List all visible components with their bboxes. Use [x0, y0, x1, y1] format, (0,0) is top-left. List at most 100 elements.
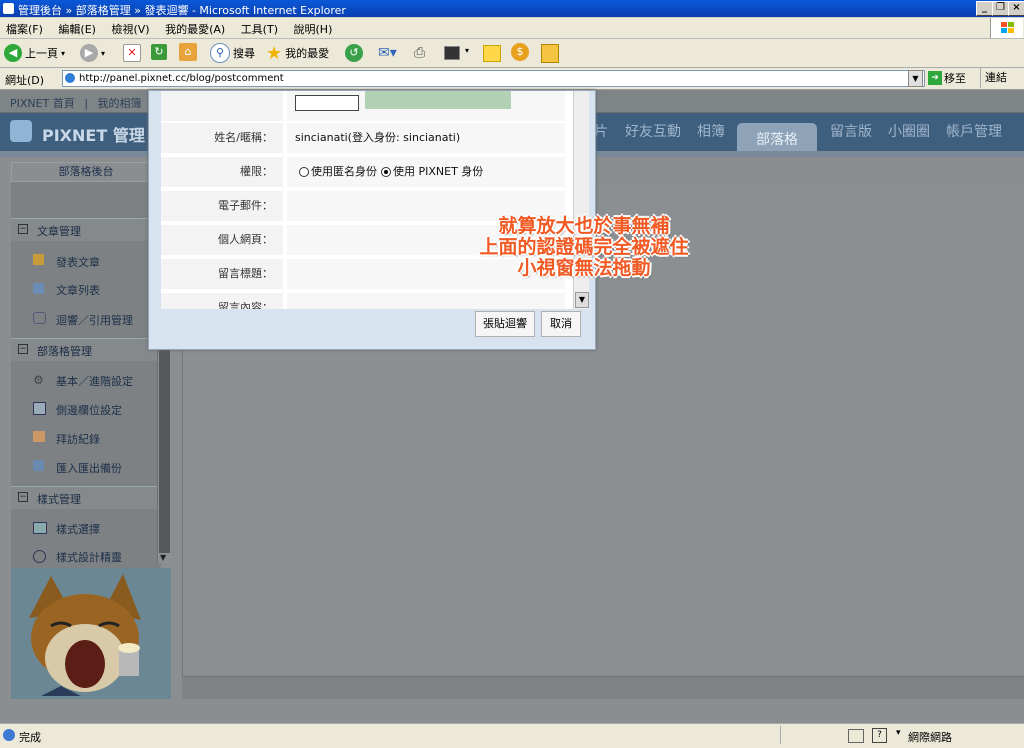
captcha-input[interactable]	[295, 95, 359, 111]
minimize-button[interactable]: _	[976, 1, 993, 16]
cancel-button[interactable]: 取消	[541, 311, 581, 337]
gear-icon: ⚙	[33, 373, 44, 387]
nav-tab-friends[interactable]: 好友互動	[625, 121, 681, 141]
restore-button[interactable]: ❐	[992, 1, 1009, 16]
help-icon[interactable]: ?	[872, 728, 887, 743]
favorites-button[interactable]: ★ 我的最愛	[266, 43, 330, 64]
status-bar: 完成 ? ▾ 網際網路	[0, 723, 1024, 748]
address-url: http://panel.pixnet.cc/blog/postcomment	[79, 73, 284, 84]
back-label: 上一頁	[25, 47, 58, 60]
menu-bar: 檔案(F) 編輯(E) 檢視(V) 我的最愛(A) 工具(T) 說明(H)	[0, 18, 1024, 39]
nav-tab-blog[interactable]: 部落格	[737, 123, 817, 151]
nav-tab-album-partial[interactable]: 片	[594, 121, 608, 141]
menu-edit[interactable]: 編輯(E)	[52, 18, 102, 37]
forward-button[interactable]: ▶ ▾	[80, 43, 105, 63]
stop-icon[interactable]: ✕	[123, 44, 141, 62]
page-icon	[65, 73, 75, 83]
address-bar: 網址(D) http://panel.pixnet.cc/blog/postco…	[0, 68, 1024, 90]
menu-help[interactable]: 說明(H)	[288, 18, 339, 37]
sidebar-title: 部落格後台	[11, 162, 161, 182]
nav-tab-guestbook[interactable]: 留言版	[830, 121, 872, 141]
sidebar-section-styles[interactable]: − 樣式管理	[11, 486, 161, 509]
search-button[interactable]: ⚲ 搜尋	[210, 43, 255, 63]
sidebar-item-style-select[interactable]: 樣式選擇	[56, 521, 100, 537]
chevron-down-icon[interactable]: ▾	[465, 46, 469, 55]
page-loaded-icon	[3, 729, 15, 741]
sidebar-section-articles[interactable]: − 文章管理	[11, 218, 161, 241]
forward-arrow-icon: ▶	[80, 44, 98, 62]
favorites-label: 我的最愛	[285, 47, 330, 60]
collapse-icon: −	[18, 344, 28, 354]
captcha-row	[161, 91, 565, 121]
link-my-album[interactable]: 我的相簿	[96, 90, 146, 111]
sidebar-item-settings[interactable]: 基本／進階設定	[56, 373, 133, 389]
refresh-icon[interactable]: ↻	[151, 44, 167, 60]
nav-tab-groups[interactable]: 小圈圈	[888, 121, 930, 141]
sidebar-layout-icon	[33, 402, 46, 415]
status-text: 完成	[19, 731, 41, 744]
note-icon[interactable]	[483, 45, 501, 62]
homepage-label: 個人網頁：	[161, 225, 283, 255]
nav-tab-photos[interactable]: 相簿	[697, 121, 725, 141]
coin-icon[interactable]: $	[511, 43, 529, 61]
address-dropdown-icon[interactable]: ▼	[908, 70, 923, 87]
nav-tab-account[interactable]: 帳戶管理	[946, 121, 1002, 141]
sidebar-section-blog[interactable]: − 部落格管理	[11, 338, 161, 361]
scroll-down-icon[interactable]: ▼	[575, 292, 589, 308]
collapse-icon: −	[18, 224, 28, 234]
history-icon[interactable]: ↺	[345, 44, 363, 62]
pencil-icon	[33, 254, 44, 265]
window-title-bar: 管理後台 » 部落格管理 » 發表迴響 - Microsoft Internet…	[0, 0, 1024, 17]
visitors-icon	[33, 431, 45, 442]
collapse-icon: −	[18, 492, 28, 502]
links-button[interactable]: 連結	[980, 68, 1007, 88]
menu-favorites[interactable]: 我的最愛(A)	[159, 18, 231, 37]
annotation-line-3: 小視窗無法拖動	[517, 257, 651, 279]
submit-comment-button[interactable]: 張貼迴響	[475, 311, 535, 337]
go-button[interactable]: ➜ 移至	[928, 70, 966, 86]
address-input[interactable]: http://panel.pixnet.cc/blog/postcomment	[62, 70, 925, 87]
scroll-down-icon[interactable]: ▼	[160, 553, 166, 562]
menu-view[interactable]: 檢視(V)	[105, 18, 155, 37]
comment-content-label: 留言內容：	[161, 293, 283, 309]
link-pixnet-home[interactable]: PIXNET 首頁	[0, 90, 79, 111]
window-title: 管理後台 » 部落格管理 » 發表迴響 - Microsoft Internet…	[18, 4, 346, 17]
mail-icon[interactable]: ✉▾	[378, 45, 397, 61]
sidebar-item-backup[interactable]: 匯入匯出備份	[56, 460, 122, 476]
radio-selected-dot	[384, 170, 388, 174]
zone-text: 網際網路	[908, 731, 952, 744]
go-label: 移至	[944, 72, 966, 85]
sidebar-item-style-wizard[interactable]: 樣式設計精靈	[56, 549, 122, 565]
search-label: 搜尋	[233, 47, 255, 60]
close-button[interactable]: ×	[1008, 1, 1024, 16]
annotation-line-2: 上面的認證碼完全被遮住	[479, 236, 689, 258]
wizard-icon	[33, 550, 46, 563]
name-value: sincianati(登入身份: sincianati)	[287, 123, 565, 153]
back-button[interactable]: ◀ 上一頁 ▾	[4, 43, 65, 63]
menu-file[interactable]: 檔案(F)	[0, 18, 49, 37]
edit-icon[interactable]	[444, 46, 460, 60]
name-row: 姓名/暱稱： sincianati(登入身份: sincianati)	[161, 123, 565, 153]
address-label: 網址(D)	[5, 74, 45, 87]
identity-label: 權限：	[161, 157, 283, 187]
sidebar-item-new-post[interactable]: 發表文章	[56, 254, 100, 270]
sidebar-item-post-list[interactable]: 文章列表	[56, 282, 100, 298]
radio-anonymous[interactable]	[299, 167, 309, 177]
sidebar-item-comments[interactable]: 迴響／引用管理	[56, 312, 133, 328]
home-icon[interactable]: ⌂	[179, 43, 197, 61]
chevron-down-icon: ▾	[896, 728, 901, 738]
comment-content-field[interactable]	[287, 293, 565, 309]
search-icon: ⚲	[210, 43, 230, 63]
back-arrow-icon: ◀	[4, 44, 22, 62]
annotation-line-1: 就算放大也於事無補	[498, 215, 670, 237]
menu-tools[interactable]: 工具(T)	[235, 18, 284, 37]
pixnet-logo-icon	[10, 120, 32, 142]
radio-pixnet[interactable]	[381, 167, 391, 177]
print-icon[interactable]: ⎙	[414, 45, 425, 61]
chevron-down-icon: ▾	[101, 48, 106, 58]
sidebar-item-sidebar-settings[interactable]: 側邊欄位設定	[56, 402, 122, 418]
style-grid-icon	[33, 522, 47, 534]
go-arrow-icon: ➜	[928, 71, 942, 85]
calculator-icon[interactable]	[541, 44, 559, 63]
sidebar-item-visit-log[interactable]: 拜訪紀錄	[56, 431, 100, 447]
